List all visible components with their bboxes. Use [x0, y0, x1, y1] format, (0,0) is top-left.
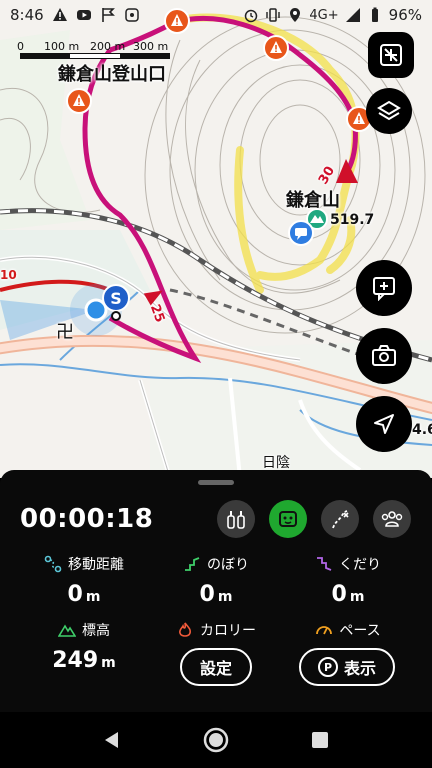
- place-label: 日陰: [262, 455, 290, 471]
- stat-label: 標高: [82, 623, 110, 639]
- status-bar: 8:46 4G+ 96%: [0, 0, 432, 30]
- network-type: 4G+: [309, 7, 339, 23]
- pace-badge-icon: P: [317, 657, 338, 677]
- distance-icon: [44, 555, 62, 573]
- recents-square-icon: [312, 732, 328, 748]
- speedometer-icon: [316, 626, 333, 635]
- battery-level: 96%: [388, 6, 422, 24]
- hazard-warning-icon[interactable]: [164, 8, 190, 34]
- youtube-icon: [76, 10, 91, 20]
- scale-label: 0: [17, 40, 24, 53]
- add-comment-icon: [373, 277, 395, 301]
- shrink-icon: [380, 44, 402, 66]
- vibrate-icon: [266, 8, 281, 22]
- system-nav-bar: [0, 712, 432, 768]
- gear-check-button[interactable]: [217, 500, 255, 538]
- stat-calories: カロリー: [156, 620, 276, 640]
- yamap-mode-button[interactable]: [269, 500, 307, 538]
- add-note-button[interactable]: [356, 260, 412, 316]
- flame-icon: [179, 622, 191, 637]
- stat-label: のぼり: [207, 557, 249, 573]
- face-icon: [279, 511, 297, 527]
- stat-label: ペース: [339, 623, 381, 639]
- trailhead-label[interactable]: 鎌倉山登山口: [58, 60, 166, 86]
- back-triangle-icon: [105, 732, 118, 748]
- ascent-icon: [185, 557, 200, 571]
- waypoint-icon: [111, 311, 121, 321]
- scale-bar: 0 100 m 200 m 300 m: [17, 40, 170, 59]
- stat-value: 0: [331, 582, 347, 607]
- location-icon: [290, 8, 301, 22]
- settings-label: 設定: [199, 659, 232, 678]
- home-button[interactable]: [202, 726, 230, 754]
- group-icon: [381, 511, 403, 527]
- warning-icon: [52, 8, 67, 21]
- hazard-warning-icon[interactable]: [66, 88, 92, 114]
- stat-unit: m: [85, 589, 101, 605]
- stat-descent: くだり 0m: [288, 554, 408, 607]
- group-button[interactable]: [373, 500, 411, 538]
- route-button[interactable]: [321, 500, 359, 538]
- stat-unit: m: [101, 655, 116, 671]
- fullscreen-button[interactable]: [368, 32, 414, 78]
- road-number-label: 10: [0, 268, 17, 282]
- stat-label: くだり: [339, 557, 381, 573]
- camera-icon: [372, 345, 396, 366]
- stat-ascent: のぼり 0m: [156, 554, 276, 607]
- stat-label: カロリー: [200, 623, 256, 639]
- map-view[interactable]: 8:46 4G+ 96% 0 100 m 200 m 300 m 鎌倉山登山口: [0, 0, 432, 478]
- my-location-button[interactable]: [356, 396, 412, 452]
- scale-label: 100 m: [44, 40, 80, 53]
- activity-panel: 00:00:18 移動距離 0m のぼり 0m くだり 0m 標高 249 m …: [0, 470, 432, 712]
- drag-handle[interactable]: [198, 480, 234, 485]
- route-path-icon: [332, 510, 349, 529]
- display-label: 表示: [343, 659, 376, 678]
- comment-marker-icon[interactable]: [288, 220, 314, 246]
- stat-value: 249: [52, 648, 99, 673]
- signal-icon: [345, 8, 360, 22]
- hazard-warning-icon[interactable]: [263, 35, 289, 61]
- stat-pace: ペース: [288, 620, 408, 640]
- clock: 8:46: [10, 6, 44, 24]
- calorie-settings-button[interactable]: 設定: [180, 648, 252, 686]
- navigation-arrow-icon: [374, 414, 394, 434]
- home-circle-icon: [203, 727, 229, 753]
- stat-unit: m: [349, 589, 365, 605]
- camera-button[interactable]: [356, 328, 412, 384]
- temple-icon: 卍: [56, 322, 74, 343]
- start-marker[interactable]: S: [102, 284, 130, 312]
- battery-icon: [371, 7, 378, 22]
- layers-button[interactable]: [366, 88, 412, 134]
- stat-elevation: 標高 249 m: [24, 620, 144, 673]
- bottles-icon: [227, 511, 245, 529]
- edge-value-label: 4.6: [412, 422, 432, 438]
- back-button[interactable]: [98, 726, 126, 754]
- app-icon: [124, 8, 139, 22]
- pace-display-button[interactable]: P 表示: [299, 648, 395, 686]
- recents-button[interactable]: [306, 726, 334, 754]
- elapsed-time: 00:00:18: [20, 504, 154, 534]
- stat-unit: m: [217, 589, 233, 605]
- stat-label: 移動距離: [68, 557, 124, 573]
- scale-label: 200 m: [90, 40, 126, 53]
- scale-label: 300 m: [133, 40, 169, 53]
- mountain-icon: [58, 624, 76, 637]
- stat-value: 0: [67, 582, 83, 607]
- stat-distance: 移動距離 0m: [24, 554, 144, 607]
- flag-icon: [101, 8, 115, 22]
- peak-elevation-label: 519.7: [330, 212, 375, 228]
- descent-icon: [317, 557, 332, 571]
- alarm-icon: [245, 9, 258, 23]
- layers-icon: [377, 100, 401, 121]
- stat-value: 0: [199, 582, 215, 607]
